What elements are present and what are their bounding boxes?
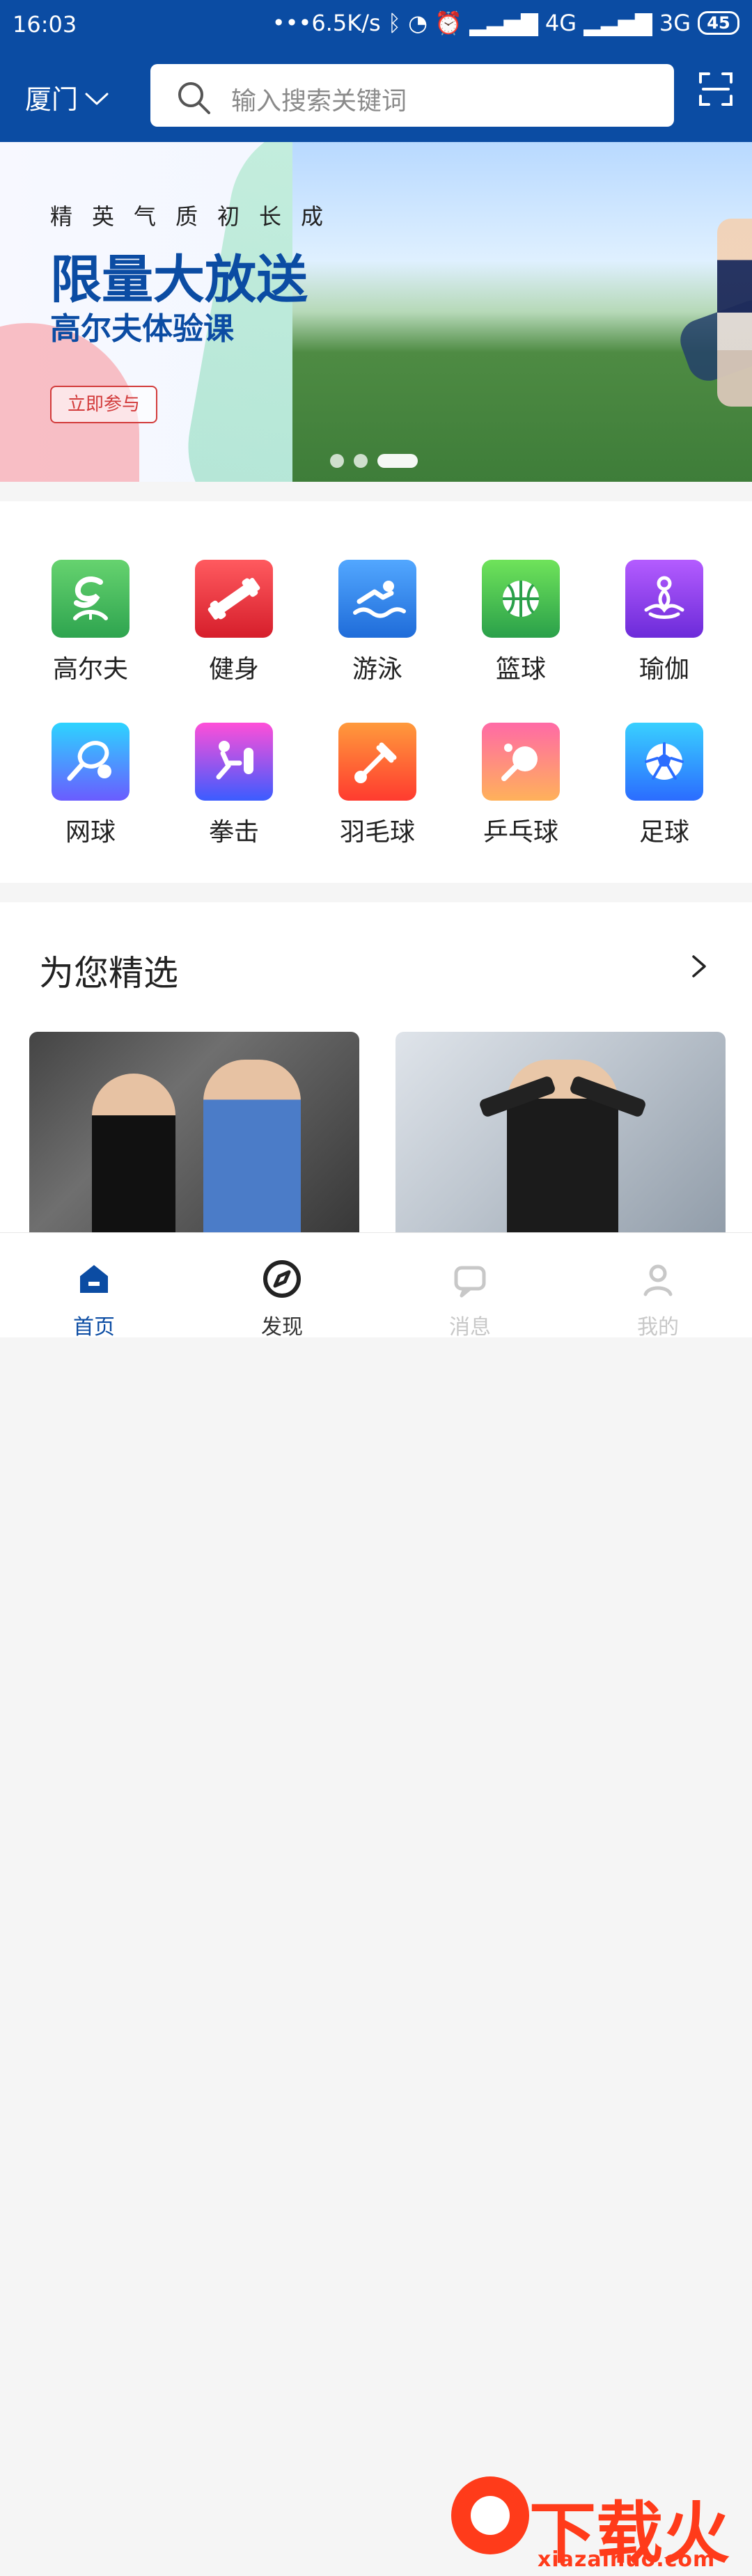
soccer-icon	[625, 723, 703, 801]
watermark-url: xiazaihuo.com	[538, 2547, 716, 2572]
pagination-dot-active	[377, 454, 418, 468]
yoga-icon	[625, 560, 703, 638]
chevron-right-icon[interactable]	[685, 952, 713, 980]
banner-headline: 限量大放送	[50, 250, 308, 310]
search-bar[interactable]: 输入搜索关键词	[150, 64, 674, 127]
category-badminton[interactable]: 羽毛球	[313, 723, 432, 855]
home-icon	[73, 1258, 115, 1300]
tab-label: 我的	[637, 1315, 679, 1340]
badminton-icon	[338, 723, 416, 801]
category-label: 拳击	[208, 818, 259, 847]
scan-icon[interactable]	[696, 70, 735, 109]
watermark-badge	[451, 2476, 529, 2554]
basketball-icon	[482, 560, 560, 638]
tab-label: 首页	[73, 1315, 115, 1340]
top-header: 16:03 •••6.5K/s ᛒ ◔ ⏰ ▂▃▅▇ 4G ▂▃▅▇ 3G 45…	[0, 0, 752, 142]
status-indicators: •••6.5K/s ᛒ ◔ ⏰ ▂▃▅▇ 4G ▂▃▅▇ 3G 45	[272, 10, 739, 36]
status-network-text: •••6.5K/s ᛒ ◔ ⏰ ▂▃▅▇ 4G ▂▃▅▇ 3G	[272, 10, 691, 36]
battery-indicator: 45	[698, 11, 739, 35]
city-selector[interactable]: 厦门	[25, 78, 109, 116]
category-soccer[interactable]: 足球	[600, 723, 719, 855]
category-basketball[interactable]: 篮球	[457, 560, 575, 692]
category-yoga[interactable]: 瑜伽	[600, 560, 719, 692]
dumbbell-icon	[195, 560, 273, 638]
status-time: 16:03	[13, 11, 77, 38]
banner-photo	[292, 142, 752, 482]
category-label: 篮球	[495, 655, 546, 684]
chevron-down-icon	[85, 82, 109, 113]
pagination-dot	[354, 454, 368, 468]
profile-icon	[637, 1258, 679, 1300]
category-label: 高尔夫	[52, 655, 128, 684]
swim-icon	[338, 560, 416, 638]
pagination-dot	[330, 454, 344, 468]
category-label: 乒乓球	[483, 818, 558, 847]
category-golf[interactable]: 高尔夫	[26, 560, 145, 692]
golf-icon	[52, 560, 130, 638]
message-icon	[449, 1258, 491, 1300]
category-label: 健身	[208, 655, 259, 684]
category-tennis[interactable]: 网球	[26, 723, 145, 855]
tab-label: 消息	[449, 1315, 491, 1340]
category-label: 网球	[65, 818, 116, 847]
category-swim[interactable]: 游泳	[313, 560, 432, 692]
download-watermark: 下载火 xiazaihuo.com	[446, 2472, 752, 2573]
category-label: 足球	[639, 818, 689, 847]
category-grid: 高尔夫 健身 游泳 篮球 瑜伽 网球 拳击 羽毛球 乒乓球 足球	[0, 501, 752, 883]
category-label: 游泳	[352, 655, 402, 684]
category-label: 羽毛球	[339, 818, 415, 847]
status-bar: 16:03 •••6.5K/s ᛒ ◔ ⏰ ▂▃▅▇ 4G ▂▃▅▇ 3G 45	[0, 0, 752, 53]
kid-boy	[717, 219, 752, 407]
discover-icon	[261, 1258, 303, 1300]
tab-label: 发现	[261, 1315, 303, 1340]
category-pingpong[interactable]: 乒乓球	[457, 723, 575, 855]
banner-cta-button[interactable]: 立即参与	[50, 386, 157, 423]
tab-profile[interactable]: 我的	[564, 1233, 752, 1340]
tennis-icon	[52, 723, 130, 801]
banner-pagination	[330, 454, 418, 468]
search-icon	[174, 78, 213, 120]
city-label: 厦门	[25, 84, 79, 115]
bottom-tab-bar: 首页 发现 消息 我的 下载火 xiazaihuo.com	[0, 1232, 752, 2573]
section-title: 为您精选	[39, 953, 178, 994]
pingpong-icon	[482, 723, 560, 801]
category-label: 瑜伽	[639, 655, 689, 684]
banner-subheadline: 高尔夫体验课	[50, 311, 234, 347]
banner-tagline: 精英气质初长成	[50, 203, 343, 230]
promo-banner[interactable]: 精英气质初长成 限量大放送 高尔夫体验课 立即参与	[0, 142, 752, 482]
boxing-icon	[195, 723, 273, 801]
category-boxing[interactable]: 拳击	[170, 723, 288, 855]
battery-level: 45	[707, 13, 730, 33]
tab-discover[interactable]: 发现	[188, 1233, 376, 1340]
category-fitness[interactable]: 健身	[170, 560, 288, 692]
tab-home[interactable]: 首页	[0, 1233, 188, 1340]
tab-messages[interactable]: 消息	[376, 1233, 564, 1340]
search-placeholder: 输入搜索关键词	[231, 87, 407, 116]
